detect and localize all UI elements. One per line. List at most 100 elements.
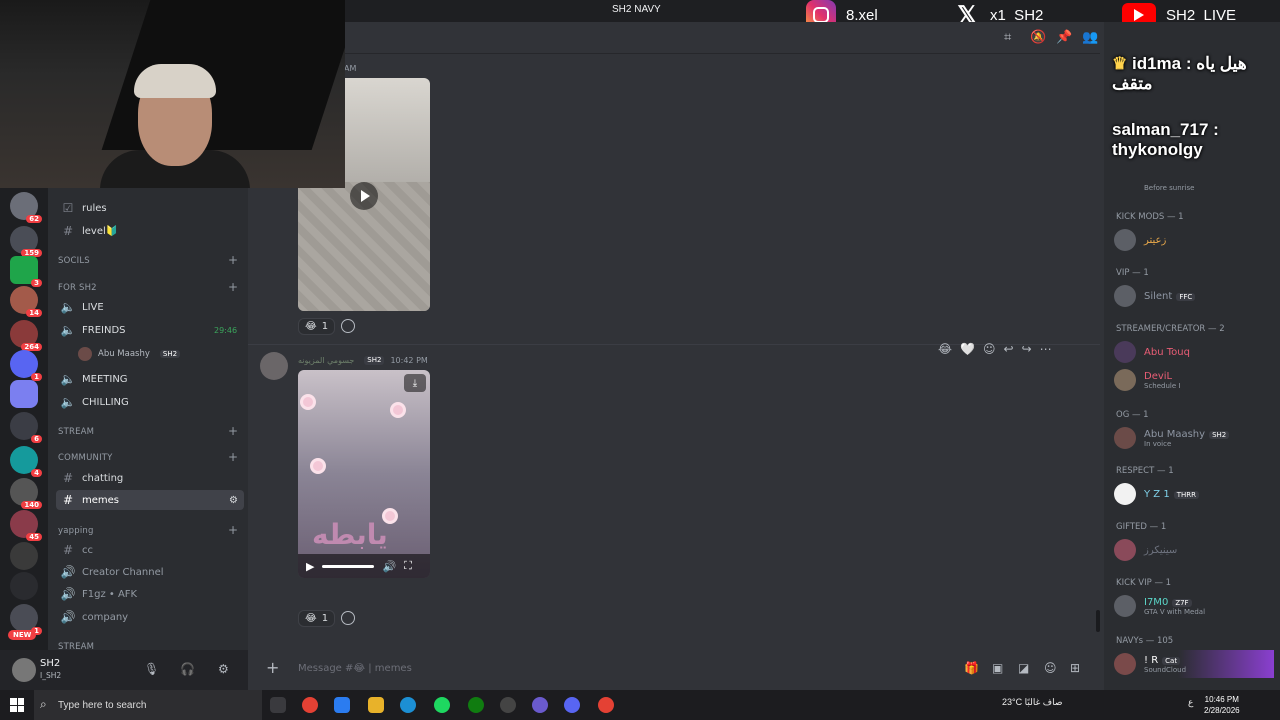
category-for-sh2[interactable]: FOR SH2 — [58, 283, 97, 293]
member-item[interactable]: Abu Touq — [1114, 338, 1274, 366]
forward-icon[interactable]: ↪ — [1022, 342, 1032, 356]
threads-icon[interactable]: ⌗ — [1004, 30, 1011, 45]
member-item[interactable]: I7M0 Z7F GTA V with Medal — [1114, 592, 1274, 620]
avatar[interactable] — [12, 658, 36, 682]
server-icon[interactable]: 62 — [10, 192, 42, 223]
voice-channel-meeting[interactable]: 🔈 MEETING — [56, 369, 244, 389]
channel-memes[interactable]: # memes ⚙ — [56, 490, 244, 510]
file-explorer-icon[interactable] — [368, 697, 384, 713]
server-icon[interactable] — [10, 572, 38, 600]
fullscreen-icon[interactable]: ⛶ — [404, 559, 412, 573]
message-author[interactable]: جسومي المزيونه — [298, 356, 354, 365]
channel-chatting[interactable]: # chatting — [56, 468, 244, 488]
voice-channel-company[interactable]: 🔊 company — [56, 607, 244, 627]
server-icon[interactable]: 4 — [10, 446, 42, 477]
voice-channel-chilling[interactable]: 🔈 CHILLING — [56, 392, 244, 412]
weather-widget[interactable]: 23°C صاف غالبًا — [1002, 697, 1063, 708]
more-icon[interactable]: ⋯ — [1040, 342, 1052, 356]
category-stream-2[interactable]: STREAM — [58, 642, 94, 650]
xbox-icon[interactable] — [468, 697, 484, 713]
member-item[interactable]: Y Z 1 THRR — [1114, 480, 1274, 508]
server-icon[interactable]: 14 — [10, 286, 42, 317]
add-channel-icon[interactable]: + — [228, 253, 238, 267]
channel-cc[interactable]: # cc — [56, 540, 244, 560]
heart-icon[interactable]: 🤍 — [960, 342, 975, 356]
server-icon[interactable]: 159 — [10, 226, 42, 257]
task-view-icon[interactable] — [270, 697, 286, 713]
server-icon[interactable]: 140 — [10, 478, 42, 509]
pin-icon[interactable]: 📌 — [1056, 30, 1072, 45]
category-community[interactable]: COMMUNITY — [58, 453, 113, 463]
microphone-icon[interactable]: 🎙 — [144, 662, 159, 676]
member-item[interactable]: ! R Cat SoundCloud — [1114, 650, 1274, 678]
obs-icon[interactable] — [500, 697, 516, 713]
server-icon[interactable]: 264 — [10, 320, 42, 351]
add-reaction-icon[interactable] — [341, 319, 356, 333]
server-icon[interactable] — [10, 542, 38, 570]
reply-icon[interactable]: ↩ — [1004, 342, 1014, 356]
edge-icon[interactable] — [400, 697, 416, 713]
apps-icon[interactable]: ⊞ — [1070, 661, 1080, 675]
member-item[interactable]: سينيكرز — [1114, 536, 1274, 564]
gift-icon[interactable]: 🎁 — [964, 661, 979, 675]
sticker-icon[interactable]: ◪ — [1018, 661, 1029, 675]
add-reaction-icon[interactable] — [341, 611, 356, 625]
add-channel-icon[interactable]: + — [228, 280, 238, 294]
add-channel-icon[interactable]: + — [228, 424, 238, 438]
video-controls: ▶ 🔊 ⛶ — [298, 554, 430, 578]
add-channel-icon[interactable]: + — [228, 450, 238, 464]
download-icon[interactable]: ⤓ — [404, 374, 426, 392]
server-icon[interactable]: 3 — [10, 256, 42, 287]
server-icon[interactable]: 45 — [10, 510, 42, 541]
member-item[interactable]: DeviL Schedule I — [1114, 366, 1274, 394]
notification-mute-icon[interactable]: 🔕 — [1030, 30, 1046, 45]
scrollbar[interactable] — [1096, 610, 1100, 632]
reaction-laugh[interactable]: 😂 1 — [298, 317, 336, 335]
reaction-icon[interactable]: 😂 — [938, 342, 952, 356]
category-yapping[interactable]: yapping — [58, 526, 94, 536]
server-icon[interactable] — [10, 380, 38, 408]
category-stream[interactable]: STREAM — [58, 427, 94, 437]
voice-channel-creator[interactable]: 🔊 Creator Channel — [56, 562, 244, 582]
volume-icon[interactable]: 🔊 — [382, 560, 396, 573]
gif-icon[interactable]: ▣ — [992, 661, 1003, 675]
hash-icon: # — [62, 493, 74, 507]
member-item[interactable]: زعيتر — [1114, 226, 1274, 254]
category-socials[interactable]: SOCILS — [58, 256, 90, 266]
headphones-icon[interactable]: 🎧 — [180, 662, 195, 676]
reaction-laugh[interactable]: 😂 1 — [298, 609, 336, 627]
discord-icon[interactable] — [564, 697, 580, 713]
add-reaction-icon[interactable]: ☺ — [983, 342, 996, 356]
spotify-icon[interactable] — [434, 697, 450, 713]
server-icon[interactable]: 6 — [10, 412, 42, 443]
server-icon[interactable]: 1 — [10, 350, 42, 381]
app-icon[interactable] — [532, 697, 548, 713]
channel-level[interactable]: # level🔰 — [56, 221, 244, 241]
upload-plus-icon[interactable]: + — [266, 658, 279, 677]
seek-bar[interactable] — [322, 564, 375, 568]
play-icon[interactable] — [350, 182, 378, 210]
settings-icon[interactable]: ⚙ — [229, 495, 238, 506]
message-input[interactable]: + Message #😂 | memes 🎁 ▣ ◪ ☺ ⊞ — [260, 654, 1090, 684]
clock[interactable]: 10:46 PM 2/28/2026 — [1204, 694, 1240, 716]
play-store-icon[interactable] — [334, 697, 350, 713]
video-attachment[interactable]: ⤓ يابطه ▶ 🔊 ⛶ — [298, 370, 430, 578]
chrome-icon[interactable] — [302, 697, 318, 713]
windows-start-icon[interactable] — [10, 698, 24, 712]
member-item[interactable]: Abu Maashy SH2 In voice — [1114, 424, 1274, 452]
play-icon[interactable]: ▶ — [306, 560, 314, 573]
taskbar-search[interactable]: ⌕ Type here to search — [34, 690, 262, 720]
add-channel-icon[interactable]: + — [228, 523, 238, 537]
chrome-icon[interactable] — [598, 697, 614, 713]
avatar[interactable] — [260, 352, 288, 380]
voice-channel-afk[interactable]: 🔊 F1gz • AFK — [56, 584, 244, 604]
server-icon[interactable]: 1 — [10, 604, 42, 635]
member-item[interactable]: Silent FFC — [1114, 282, 1274, 310]
emoji-icon[interactable]: ☺ — [1044, 661, 1057, 675]
channel-rules[interactable]: ☑ rules — [56, 198, 244, 218]
gear-icon[interactable]: ⚙ — [218, 662, 229, 676]
voice-channel-live[interactable]: 🔈 LIVE — [56, 297, 244, 317]
member-list-icon[interactable]: 👥 — [1082, 30, 1098, 45]
voice-user[interactable]: Abu Maashy SH2 — [78, 347, 181, 361]
language-indicator[interactable]: ع — [1188, 697, 1193, 708]
